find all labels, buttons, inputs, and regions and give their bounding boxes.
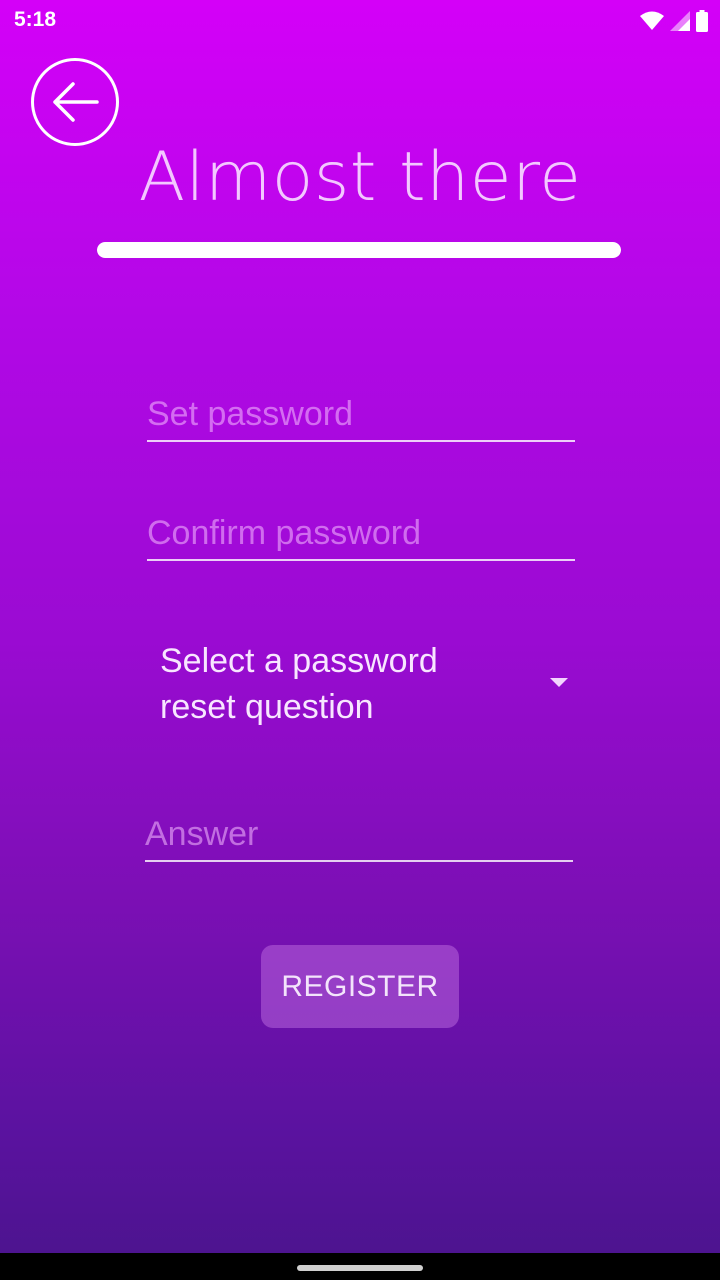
progress-bar bbox=[97, 242, 621, 258]
arrow-left-icon bbox=[53, 82, 99, 122]
back-button[interactable] bbox=[31, 58, 119, 146]
status-icons bbox=[640, 9, 708, 33]
answer-input[interactable] bbox=[145, 808, 573, 860]
register-button[interactable]: REGISTER bbox=[261, 945, 459, 1028]
answer-field[interactable] bbox=[145, 808, 573, 862]
battery-icon bbox=[696, 10, 708, 32]
navigation-bar bbox=[0, 1253, 720, 1280]
reset-question-dropdown[interactable]: Select a password reset question bbox=[160, 638, 580, 738]
page-title: Almost there bbox=[138, 138, 582, 217]
progress-fill bbox=[97, 242, 621, 258]
dropdown-arrow-icon bbox=[550, 678, 568, 687]
set-password-field[interactable] bbox=[147, 388, 575, 442]
confirm-password-input[interactable] bbox=[147, 507, 575, 559]
signal-icon bbox=[670, 11, 690, 31]
reset-question-label: Select a password reset question bbox=[160, 642, 438, 726]
status-bar: 5:18 bbox=[0, 0, 720, 42]
set-password-input[interactable] bbox=[147, 388, 575, 440]
home-handle[interactable] bbox=[297, 1265, 423, 1271]
wifi-icon bbox=[640, 11, 664, 30]
status-time: 5:18 bbox=[14, 8, 57, 31]
confirm-password-field[interactable] bbox=[147, 507, 575, 561]
